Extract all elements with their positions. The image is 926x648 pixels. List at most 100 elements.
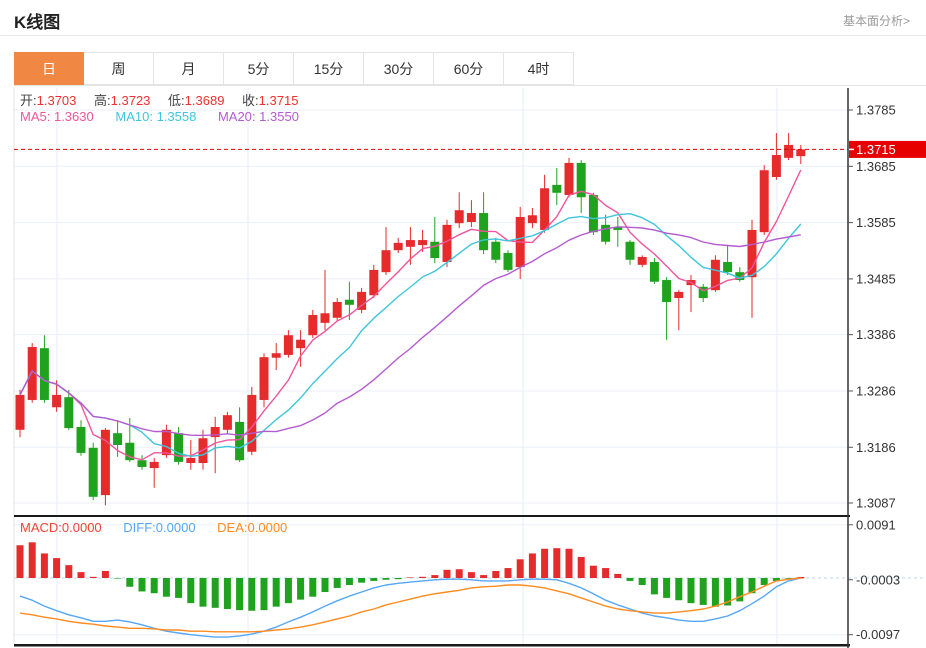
macd-bar xyxy=(626,578,634,581)
macd-bar xyxy=(53,558,61,578)
macd-bar xyxy=(175,578,183,598)
candle-body xyxy=(625,241,635,260)
candle-body xyxy=(283,335,293,355)
macd-bar xyxy=(589,565,597,578)
macd-bar xyxy=(40,553,48,578)
candle-body xyxy=(442,224,452,263)
macd-bar xyxy=(467,572,475,578)
candle-body xyxy=(466,213,476,223)
macd-bar xyxy=(614,573,622,578)
macd-bar xyxy=(358,578,366,583)
candle-body xyxy=(113,433,123,446)
macd-bar xyxy=(114,578,122,579)
candle-body xyxy=(39,348,49,400)
ma5-line xyxy=(19,169,802,461)
macd-bar xyxy=(223,578,231,609)
macd-bar xyxy=(504,568,512,578)
macd-bar xyxy=(516,559,524,578)
price-axis-label: 1.3087 xyxy=(856,496,896,511)
candle-body xyxy=(369,269,379,296)
candle-body xyxy=(308,314,318,336)
candle-body xyxy=(540,188,550,230)
macd-axis-label: -0.0097 xyxy=(856,627,900,642)
macd-bar xyxy=(687,578,695,604)
low-readout: 低:1.3689 xyxy=(168,93,225,108)
candle-body xyxy=(344,299,354,305)
macd-bar xyxy=(650,578,658,595)
macd-bar xyxy=(419,576,427,578)
macd-bar xyxy=(455,569,463,578)
price-axis-label: 1.3485 xyxy=(856,271,896,286)
price-axis-label: 1.3386 xyxy=(856,327,896,342)
macd-bar xyxy=(370,578,378,581)
candle-body xyxy=(64,397,74,429)
candle-body xyxy=(52,394,62,408)
open-readout: 开:1.3703 xyxy=(20,93,77,108)
macd-axis-label: 0.0091 xyxy=(856,517,896,532)
price-axis-label: 1.3286 xyxy=(856,383,896,398)
macd-bar xyxy=(528,553,536,578)
macd-bar xyxy=(492,570,500,578)
macd-bar xyxy=(187,578,195,604)
candle-body xyxy=(588,195,598,233)
candle-body xyxy=(259,357,269,400)
candle-body xyxy=(320,313,330,323)
candle-body xyxy=(332,301,342,318)
macd-bar xyxy=(382,578,390,580)
macd-value-readout: MACD:0.0000 xyxy=(20,520,102,535)
macd-bar xyxy=(16,545,24,578)
candle-body xyxy=(381,250,391,273)
macd-bar xyxy=(443,569,451,578)
high-readout: 高:1.3723 xyxy=(94,93,151,108)
candle-body xyxy=(174,433,184,462)
macd-bar xyxy=(553,548,561,578)
candle-body xyxy=(662,280,672,302)
macd-bar xyxy=(162,578,170,597)
macd-bar xyxy=(284,578,292,604)
candle-body xyxy=(503,253,513,270)
macd-bar xyxy=(699,578,707,605)
ma10-readout: MA10: 1.3558 xyxy=(115,109,197,124)
candle-body xyxy=(759,170,769,233)
candle-body xyxy=(564,162,574,196)
bottom-border xyxy=(14,644,850,647)
candle-body xyxy=(296,339,306,349)
macd-bar xyxy=(101,570,109,578)
ma5-readout: MA5: 1.3630 xyxy=(20,109,94,124)
macd-axis-label: -0.0003 xyxy=(856,572,900,587)
macd-bar xyxy=(431,575,439,578)
macd-bar xyxy=(28,542,36,578)
candle-body xyxy=(601,224,611,242)
price-axis-label: 1.3585 xyxy=(856,215,896,230)
macd-bar xyxy=(394,578,402,580)
candle-body xyxy=(796,149,806,157)
kline-page: K线图 基本面分析> 日周月 5分 15分 30分 60分 4时 开:1.3703 高:1… xyxy=(0,0,926,648)
macd-bar xyxy=(309,578,317,597)
candle-body xyxy=(649,262,659,282)
macd-bar xyxy=(260,578,268,611)
candle-body xyxy=(430,241,440,259)
macd-bar xyxy=(602,568,610,578)
macd-bar xyxy=(663,578,671,598)
macd-bar xyxy=(675,578,683,601)
macd-bar xyxy=(760,578,768,586)
current-price-badge-label: 1.3715 xyxy=(856,142,896,157)
candle-body xyxy=(149,461,159,469)
macd-bar xyxy=(406,577,414,578)
candle-body xyxy=(637,256,647,265)
macd-bar xyxy=(199,578,207,607)
macd-bar xyxy=(577,556,585,578)
macd-bar xyxy=(126,578,134,587)
macd-bar xyxy=(65,565,73,578)
dea-value-readout: DEA:0.0000 xyxy=(217,520,288,535)
close-readout: 收:1.3715 xyxy=(242,93,299,108)
macd-bar xyxy=(321,578,329,593)
candle-body xyxy=(491,241,501,260)
candle-body xyxy=(674,291,684,299)
macd-bar xyxy=(236,578,244,611)
candle-body xyxy=(723,262,733,273)
candle-body xyxy=(393,242,403,251)
price-axis-label: 1.3785 xyxy=(856,103,896,118)
macd-bar xyxy=(638,578,646,586)
ma20-readout: MA20: 1.3550 xyxy=(217,109,299,124)
